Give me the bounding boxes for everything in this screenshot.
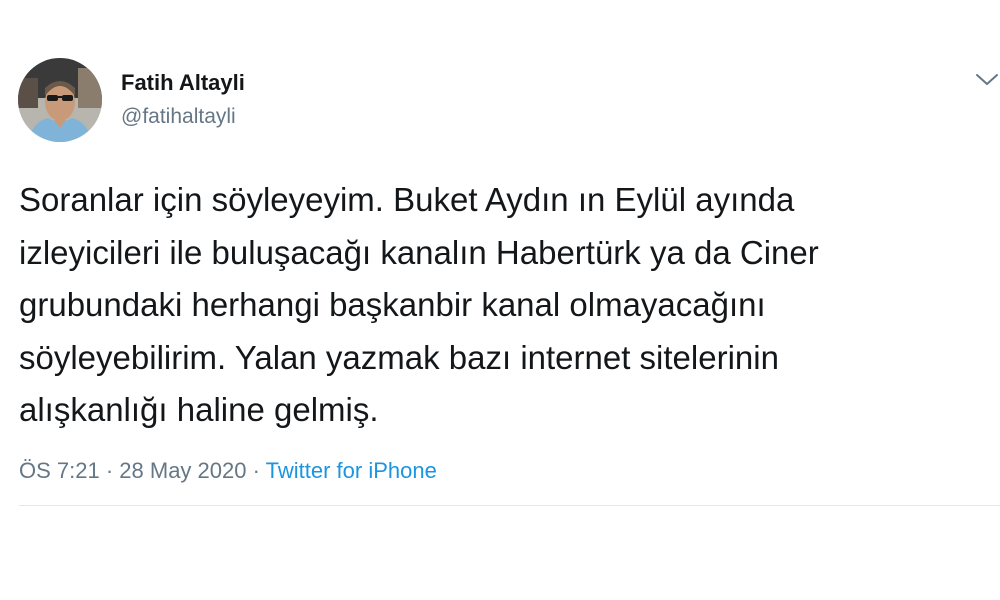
tweet-text: Soranlar için söyleyeyim. Buket Aydın ın… xyxy=(19,174,989,437)
author-handle[interactable]: @fatihaltayli xyxy=(121,104,236,130)
tweet-text-line: Soranlar için söyleyeyim. Buket Aydın ın… xyxy=(19,181,795,218)
tweet-date[interactable]: 28 May 2020 xyxy=(119,458,246,483)
meta-separator: · xyxy=(99,458,120,483)
meta-separator: · xyxy=(246,458,266,483)
chevron-down-icon[interactable] xyxy=(974,70,1000,90)
profile-photo xyxy=(18,58,102,142)
tweet-text-line: grubundaki herhangi başkanbir kanal olma… xyxy=(19,286,766,323)
tweet-card: Fatih Altayli @fatihaltayli Soranlar içi… xyxy=(0,0,1000,600)
tweet-source-link[interactable]: Twitter for iPhone xyxy=(266,458,437,483)
author-name[interactable]: Fatih Altayli xyxy=(121,70,245,96)
divider xyxy=(19,505,1000,506)
tweet-time[interactable]: ÖS 7:21 xyxy=(19,458,100,483)
tweet-text-line: alışkanlığı haline gelmiş. xyxy=(19,391,379,428)
tweet-text-line: söyleyebilirim. Yalan yazmak bazı intern… xyxy=(19,338,779,376)
avatar[interactable] xyxy=(18,58,102,142)
tweet-meta: ÖS 7:21 · 28 May 2020 · Twitter for iPho… xyxy=(19,457,437,485)
tweet-text-line: izleyicileri ile buluşacağı kanalın Habe… xyxy=(19,233,819,271)
